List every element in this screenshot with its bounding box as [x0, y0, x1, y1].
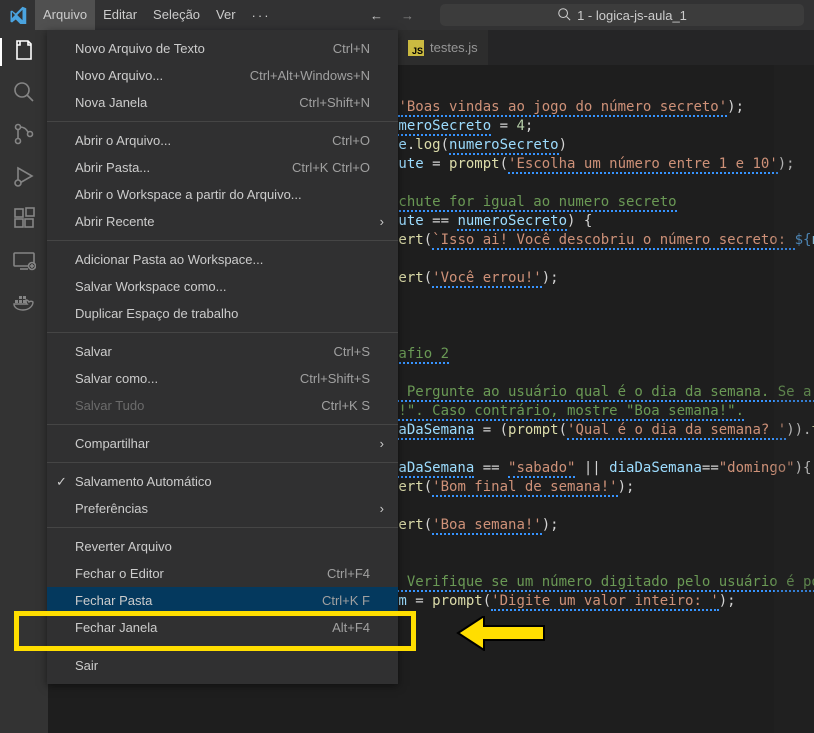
menu-item-label: Abrir Recente [75, 214, 370, 229]
menu-item-shortcut: Ctrl+K F [322, 593, 370, 608]
menu-separator [47, 527, 398, 528]
menu-item-label: Adicionar Pasta ao Workspace... [75, 252, 370, 267]
title-bar: Arquivo Editar Seleção Ver ··· ← → 1 - l… [0, 0, 814, 30]
menu-item-label: Nova Janela [75, 95, 299, 110]
menu-editar[interactable]: Editar [95, 0, 145, 30]
menu-item-novo-arquivo-de-texto[interactable]: Novo Arquivo de TextoCtrl+N [47, 35, 398, 62]
menu-selecao[interactable]: Seleção [145, 0, 208, 30]
menu-item-label: Salvamento Automático [75, 474, 370, 489]
tab-label: testes.js [430, 40, 478, 55]
menu-item-label: Salvar [75, 344, 334, 359]
check-icon: ✓ [56, 474, 67, 490]
command-center[interactable]: 1 - logica-js-aula_1 [440, 4, 804, 26]
nav-arrows: ← → [370, 8, 414, 23]
minimap[interactable] [774, 65, 814, 733]
menu-separator [47, 646, 398, 647]
menu-item-label: Novo Arquivo... [75, 68, 250, 83]
menu-item-novo-arquivo[interactable]: Novo Arquivo...Ctrl+Alt+Windows+N [47, 62, 398, 89]
menu-item-label: Abrir Pasta... [75, 160, 292, 175]
remote-icon[interactable] [12, 248, 36, 272]
menu-item-salvar-workspace-como[interactable]: Salvar Workspace como... [47, 273, 398, 300]
js-file-icon: JS [408, 40, 424, 56]
file-menu-dropdown: Novo Arquivo de TextoCtrl+NNovo Arquivo.… [47, 30, 398, 684]
menu-item-nova-janela[interactable]: Nova JanelaCtrl+Shift+N [47, 89, 398, 116]
menu-item-shortcut: Ctrl+O [332, 133, 370, 148]
editor-area[interactable]: ('Boas vindas ao jogo do número secreto'… [340, 65, 814, 733]
menu-item-adicionar-pasta-ao-workspace[interactable]: Adicionar Pasta ao Workspace... [47, 246, 398, 273]
chevron-right-icon: › [380, 501, 384, 516]
menu-item-shortcut: Ctrl+Alt+Windows+N [250, 68, 370, 83]
nav-forward-icon[interactable]: → [401, 8, 414, 23]
menu-item-shortcut: Ctrl+K S [321, 398, 370, 413]
menu-item-label: Fechar o Editor [75, 566, 327, 581]
menu-item-fechar-pasta[interactable]: Fechar PastaCtrl+K F [47, 587, 398, 614]
docker-icon[interactable] [12, 290, 36, 314]
menu-item-label: Reverter Arquivo [75, 539, 370, 554]
tab-testes[interactable]: JS testes.js [398, 30, 489, 65]
activity-bar [0, 30, 48, 733]
menu-item-duplicar-espa-o-de-trabalho[interactable]: Duplicar Espaço de trabalho [47, 300, 398, 327]
menu-item-label: Novo Arquivo de Texto [75, 41, 333, 56]
activity-active-indicator [0, 38, 2, 66]
menu-item-label: Sair [75, 658, 370, 673]
menu-item-label: Compartilhar [75, 436, 370, 451]
menu-item-label: Salvar como... [75, 371, 300, 386]
explorer-icon[interactable] [12, 38, 36, 62]
search-icon [557, 7, 571, 24]
menu-item-reverter-arquivo[interactable]: Reverter Arquivo [47, 533, 398, 560]
menu-separator [47, 332, 398, 333]
extensions-icon[interactable] [12, 206, 36, 230]
menu-item-label: Fechar Janela [75, 620, 332, 635]
menu-separator [47, 121, 398, 122]
menu-item-shortcut: Alt+F4 [332, 620, 370, 635]
menu-arquivo[interactable]: Arquivo [35, 0, 95, 30]
menu-separator [47, 424, 398, 425]
menu-separator [47, 462, 398, 463]
menu-item-compartilhar[interactable]: Compartilhar › [47, 430, 398, 457]
menu-item-salvar-como[interactable]: Salvar como...Ctrl+Shift+S [47, 365, 398, 392]
menu-item-label: Duplicar Espaço de trabalho [75, 306, 370, 321]
menu-separator [47, 240, 398, 241]
menu-item-fechar-janela[interactable]: Fechar JanelaAlt+F4 [47, 614, 398, 641]
search-bar-icon[interactable] [12, 80, 36, 104]
command-center-text: 1 - logica-js-aula_1 [577, 8, 687, 23]
source-control-icon[interactable] [12, 122, 36, 146]
menu-item-salvar[interactable]: SalvarCtrl+S [47, 338, 398, 365]
vscode-logo-icon [0, 6, 35, 24]
menu-item-label: Preferências [75, 501, 370, 516]
menu-ver[interactable]: Ver [208, 0, 244, 30]
menu-item-shortcut: Ctrl+Shift+S [300, 371, 370, 386]
menu-item-label: Fechar Pasta [75, 593, 322, 608]
menu-item-salvar-tudo[interactable]: Salvar TudoCtrl+K S [47, 392, 398, 419]
menu-item-shortcut: Ctrl+S [334, 344, 370, 359]
chevron-right-icon: › [380, 436, 384, 451]
menu-item-prefer-ncias[interactable]: Preferências › [47, 495, 398, 522]
menu-item-abrir-recente[interactable]: Abrir Recente › [47, 208, 398, 235]
menu-item-abrir-o-workspace-a-partir-do-arquivo[interactable]: Abrir o Workspace a partir do Arquivo... [47, 181, 398, 208]
menu-item-shortcut: Ctrl+N [333, 41, 370, 56]
menubar: Arquivo Editar Seleção Ver ··· [35, 0, 279, 30]
menu-item-sair[interactable]: Sair [47, 652, 398, 679]
menu-item-shortcut: Ctrl+F4 [327, 566, 370, 581]
menu-item-label: Abrir o Arquivo... [75, 133, 332, 148]
menu-item-shortcut: Ctrl+K Ctrl+O [292, 160, 370, 175]
menu-item-abrir-o-arquivo[interactable]: Abrir o Arquivo...Ctrl+O [47, 127, 398, 154]
chevron-right-icon: › [380, 214, 384, 229]
menu-overflow[interactable]: ··· [244, 8, 279, 23]
menu-item-label: Salvar Workspace como... [75, 279, 370, 294]
nav-back-icon[interactable]: ← [370, 8, 383, 23]
menu-item-abrir-pasta[interactable]: Abrir Pasta...Ctrl+K Ctrl+O [47, 154, 398, 181]
menu-item-shortcut: Ctrl+Shift+N [299, 95, 370, 110]
menu-item-salvamento-autom-tico[interactable]: ✓ Salvamento Automático [47, 468, 398, 495]
menu-item-label: Salvar Tudo [75, 398, 321, 413]
menu-item-label: Abrir o Workspace a partir do Arquivo... [75, 187, 370, 202]
menu-item-fechar-o-editor[interactable]: Fechar o EditorCtrl+F4 [47, 560, 398, 587]
run-debug-icon[interactable] [12, 164, 36, 188]
